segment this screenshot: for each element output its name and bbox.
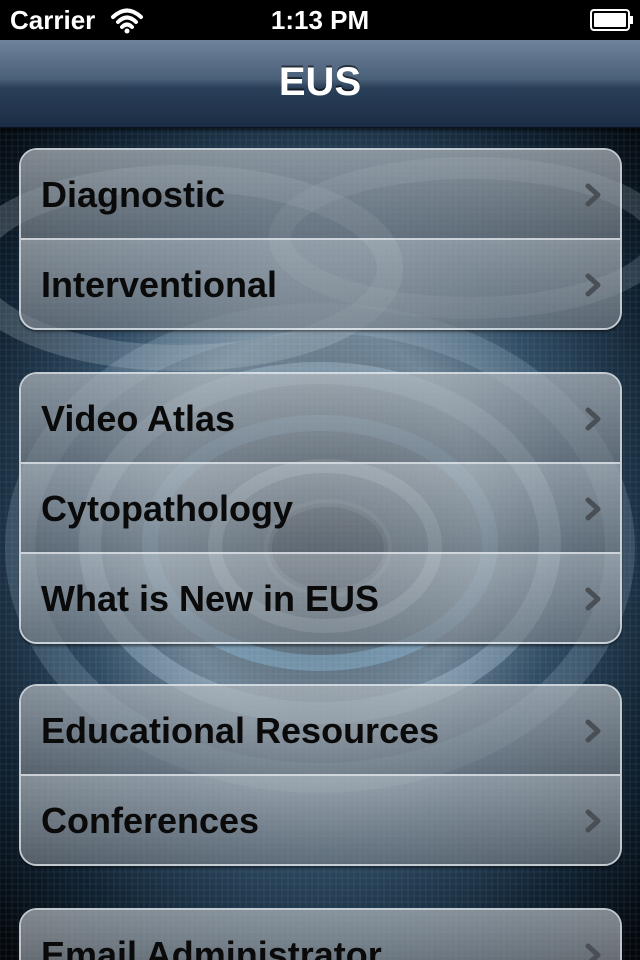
chevron-right-icon [585,943,601,960]
menu-item-educational-resources[interactable]: Educational Resources [21,686,620,774]
menu-item-label: Conferences [41,800,260,841]
menu-item-label: Email Administrator [41,934,382,960]
battery-icon [590,9,633,31]
menu-item-email-administrator[interactable]: Email Administrator [21,910,620,960]
menu-item-label: Diagnostic [41,174,226,215]
menu-group: Email Administrator [19,908,622,960]
menu-item-label: What is New in EUS [41,578,380,619]
menu-item-video-atlas[interactable]: Video Atlas [21,374,620,462]
chevron-right-icon [585,719,601,743]
menu-item-cytopathology[interactable]: Cytopathology [21,462,620,552]
app-screen: Carrier 1:13 PM EUS Diagnostic Intervent… [0,0,640,960]
menu-group: Diagnostic Interventional [19,148,622,330]
chevron-right-icon [585,587,601,611]
menu-item-conferences[interactable]: Conferences [21,774,620,864]
status-time: 1:13 PM [270,5,370,35]
menu-list: Diagnostic Interventional Video Atlas Cy… [0,128,640,960]
page-title: EUS [278,60,362,104]
chevron-right-icon [585,407,601,431]
menu-item-diagnostic[interactable]: Diagnostic [21,150,620,238]
menu-group: Educational Resources Conferences [19,684,622,866]
menu-item-label: Cytopathology [41,488,293,529]
chevron-right-icon [585,809,601,833]
navigation-bar: EUS [0,40,640,128]
status-bar: Carrier 1:13 PM [0,0,640,40]
menu-item-whats-new[interactable]: What is New in EUS [21,552,620,642]
menu-item-label: Educational Resources [41,710,440,751]
menu-item-label: Interventional [41,264,278,305]
menu-item-interventional[interactable]: Interventional [21,238,620,328]
chevron-right-icon [585,497,601,521]
chevron-right-icon [585,183,601,207]
chevron-right-icon [585,273,601,297]
menu-item-label: Video Atlas [41,398,236,439]
menu-group: Video Atlas Cytopathology What is New in… [19,372,622,644]
